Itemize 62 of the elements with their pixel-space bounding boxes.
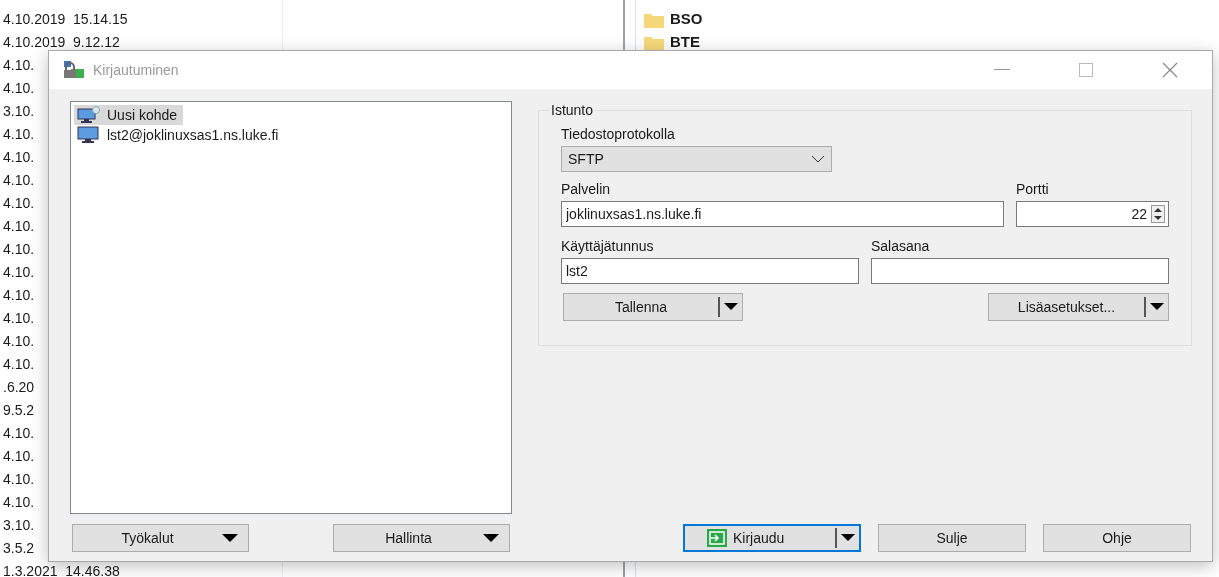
date-text: 4.10. <box>3 171 35 190</box>
date-text: 9.5.2 <box>3 401 35 420</box>
monitor-icon <box>77 106 101 124</box>
date-text: 3.10. <box>3 516 35 535</box>
date-text: 1.3.2021 14.46.38 <box>3 562 120 577</box>
maximize-icon[interactable] <box>1079 63 1093 77</box>
field-label: Palvelin <box>561 180 612 198</box>
advanced-button[interactable]: Lisäasetukset... <box>988 293 1169 321</box>
field-label: Käyttäjätunnus <box>561 237 655 255</box>
date-text: 4.10. <box>3 263 35 282</box>
password-field[interactable] <box>871 258 1169 284</box>
date-text: 4.10. <box>3 355 35 374</box>
dropdown-button[interactable]: Hallinta <box>333 524 510 552</box>
folder-name[interactable]: BSO <box>670 8 703 31</box>
caret-icon <box>483 534 499 542</box>
date-text: 4.10. <box>3 447 35 466</box>
caret-icon <box>222 534 238 542</box>
date-text: .6.20 <box>3 378 35 397</box>
caret-icon <box>724 303 738 311</box>
dialog-button[interactable]: Sulje <box>878 524 1026 552</box>
monitor-icon <box>77 126 101 144</box>
tree-item[interactable]: Uusi kohde <box>74 105 184 125</box>
username-field[interactable]: lst2 <box>561 258 859 284</box>
date-text: 4.10. <box>3 332 35 351</box>
tree-item[interactable]: lst2@joklinuxsas1.ns.luke.fi <box>74 125 285 145</box>
field-label: Portti <box>1016 180 1050 198</box>
protocol-dropdown[interactable]: SFTP <box>561 146 832 172</box>
date-text: 4.10. <box>3 194 35 213</box>
date-text: 4.10. <box>3 493 35 512</box>
date-text: 4.10. <box>3 424 35 443</box>
spin-arrows-icon <box>1151 205 1165 223</box>
date-text: 4.10. <box>3 56 35 75</box>
date-text: 4.10. <box>3 286 35 305</box>
minimize-icon[interactable] <box>994 69 1010 71</box>
field-label: Salasana <box>871 237 931 255</box>
save-button[interactable]: Tallenna <box>563 293 743 321</box>
close-icon[interactable] <box>1162 62 1178 78</box>
dialog-button[interactable]: Ohje <box>1043 524 1191 552</box>
host-field[interactable]: joklinuxsas1.ns.luke.fi <box>561 201 1004 227</box>
login-icon <box>707 529 727 547</box>
date-text: 4.10. <box>3 125 35 144</box>
field-label: Tiedostoprotokolla <box>561 125 676 143</box>
date-text: 4.10. <box>3 240 35 259</box>
date-text: 4.10. <box>3 470 35 489</box>
chevron-down-icon <box>811 155 825 163</box>
date-text: 4.10. <box>3 148 35 167</box>
caret-icon <box>1150 303 1164 311</box>
dropdown-button[interactable]: Työkalut <box>72 524 249 552</box>
date-text: 4.10. <box>3 309 35 328</box>
window-title: Kirjautuminen <box>93 60 179 80</box>
folder-name[interactable]: BTE <box>670 31 700 54</box>
date-text: 3.10. <box>3 102 35 121</box>
lock-icon <box>63 61 85 79</box>
caret-icon <box>841 534 855 542</box>
date-text: 4.10. <box>3 217 35 236</box>
date-text: 4.10. <box>3 79 35 98</box>
login-button[interactable]: Kirjaudu <box>683 524 861 552</box>
folder-icon <box>644 11 664 28</box>
date-text: 4.10.2019 9.12.12 <box>3 33 120 52</box>
date-text: 4.10.2019 15.14.15 <box>3 10 128 29</box>
port-spinner[interactable]: 22 <box>1016 201 1169 227</box>
date-text: 3.5.2 <box>3 539 35 558</box>
